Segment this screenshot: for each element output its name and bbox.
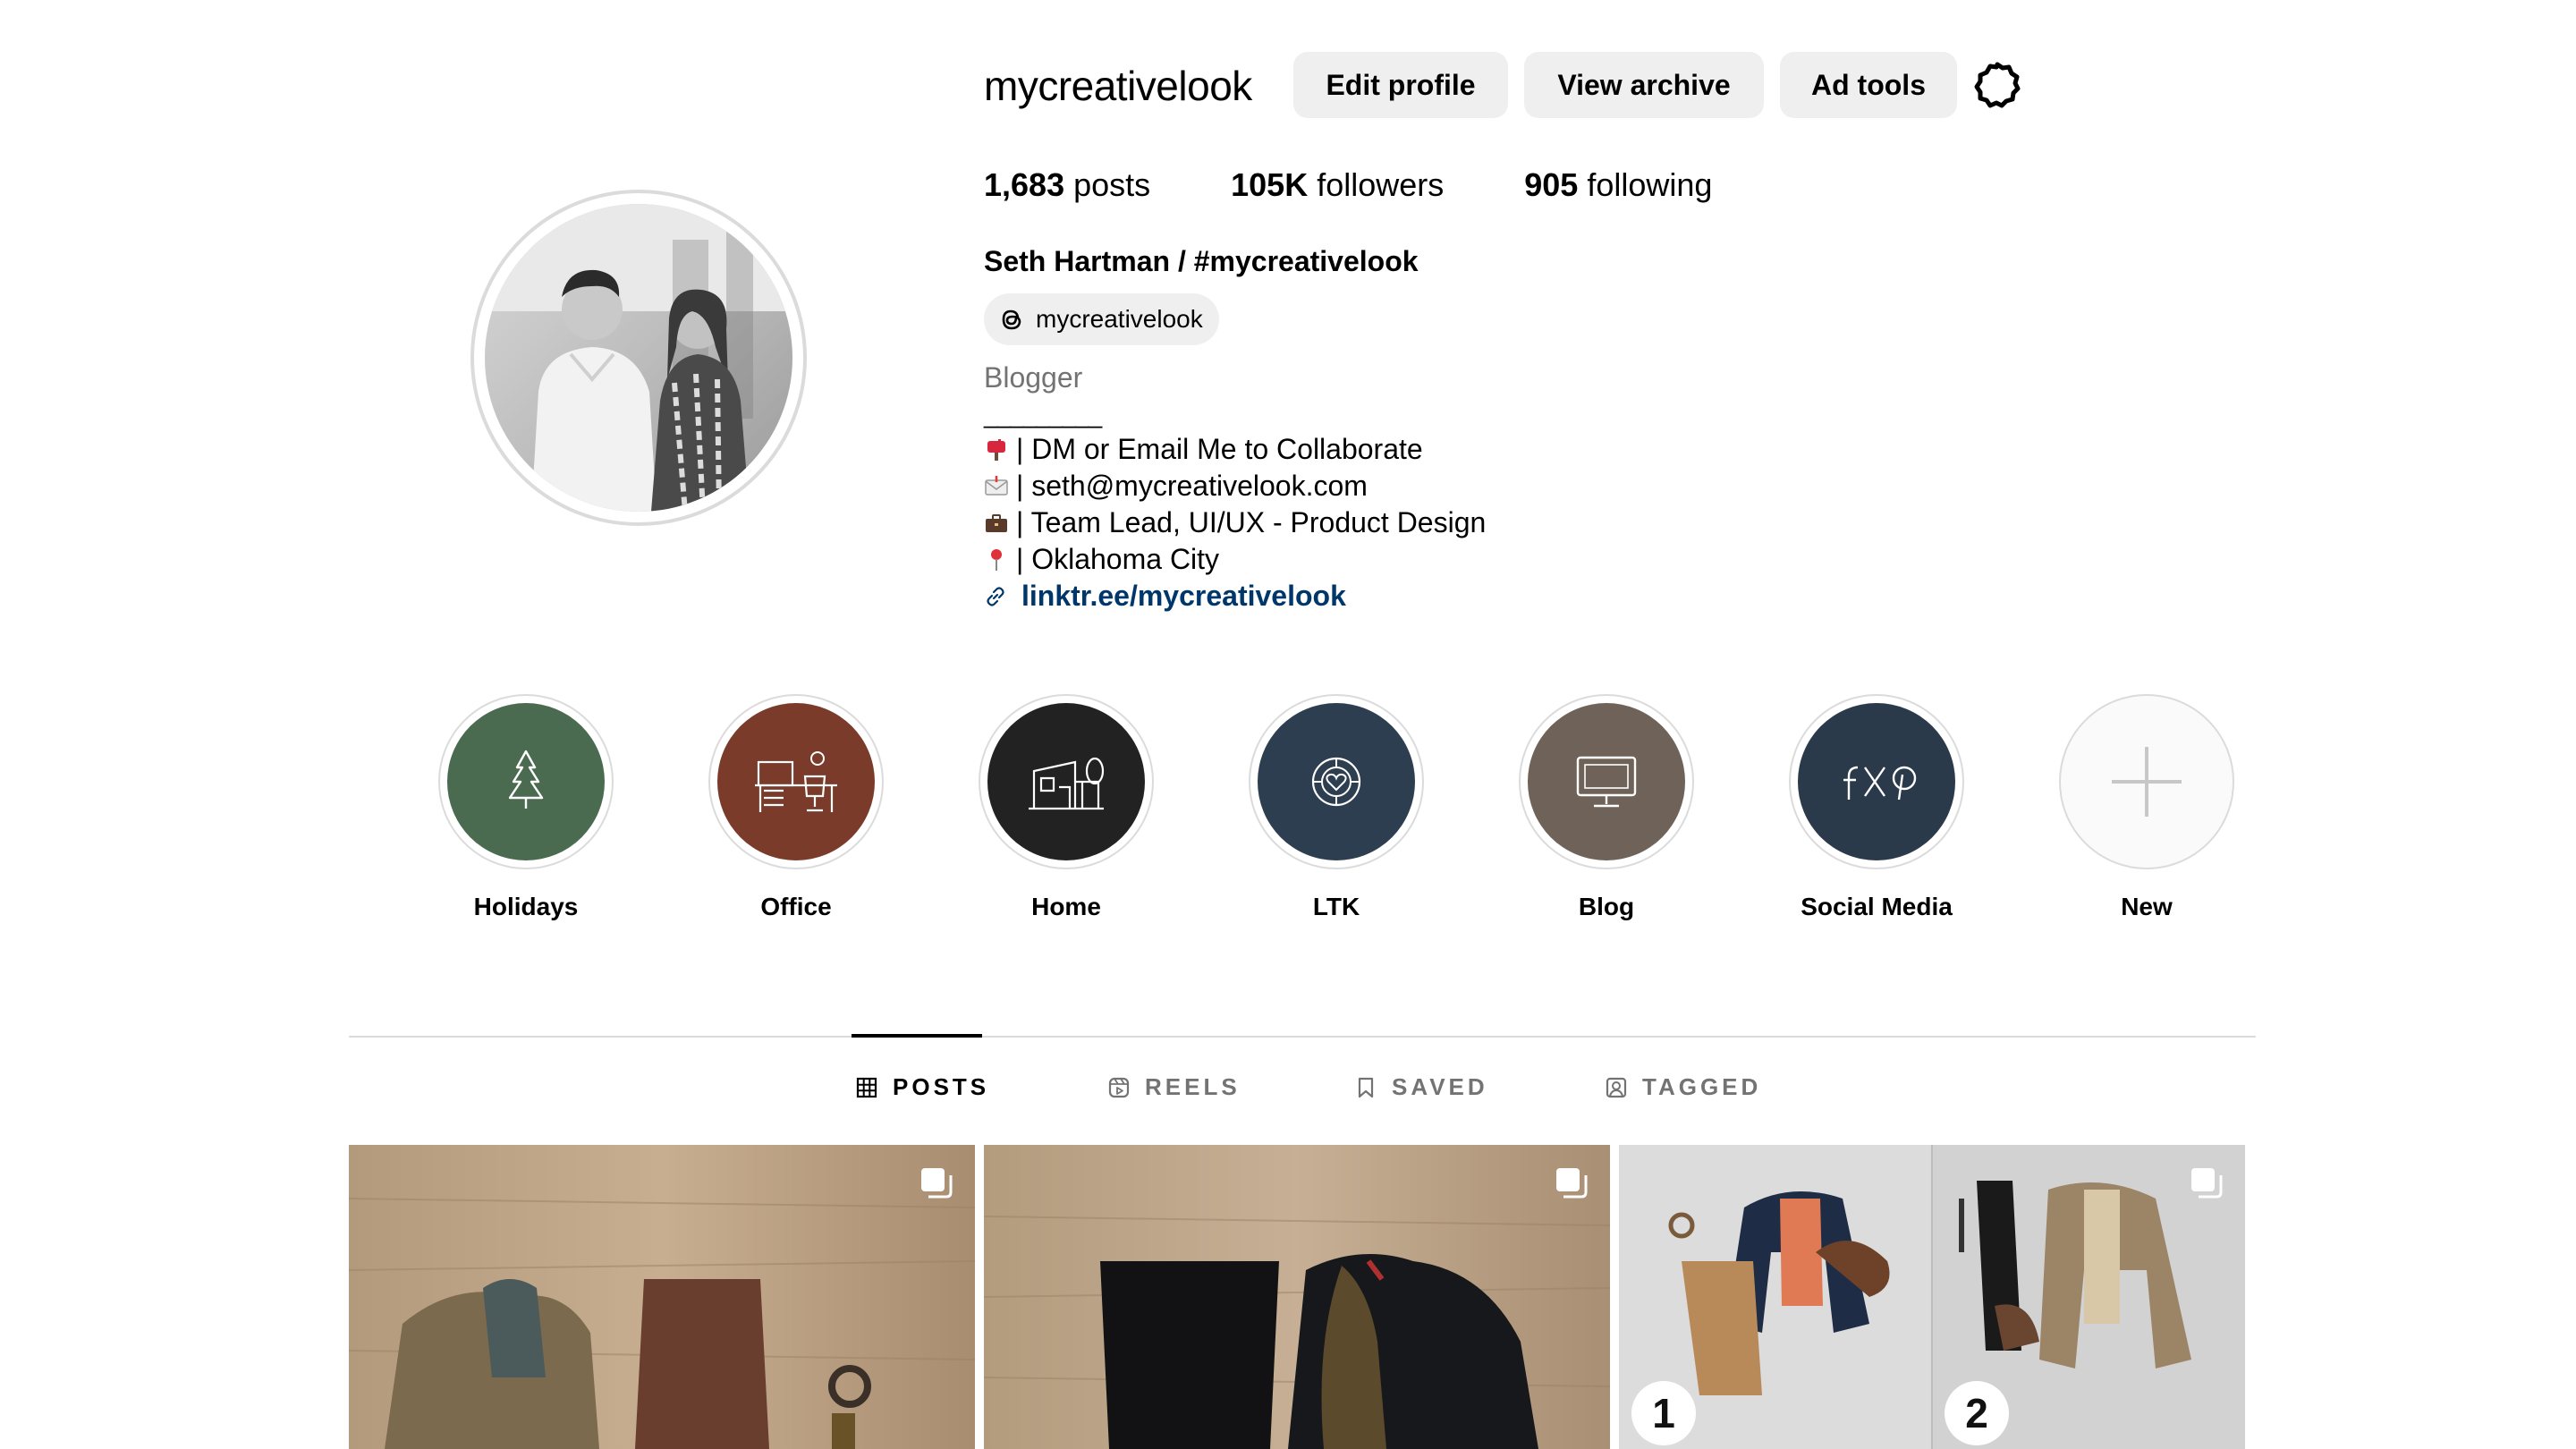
highlight-label: New [2121, 893, 2173, 920]
tree-icon [508, 750, 544, 809]
highlight-ring [2059, 694, 2234, 869]
highlight-ring [438, 694, 614, 869]
briefcase-icon [986, 513, 1007, 532]
highlight-label: Social Media [1801, 893, 1953, 920]
bio-text: | Oklahoma City [1016, 543, 1220, 575]
highlight-home[interactable]: Home [977, 694, 1156, 923]
highlight-office[interactable]: Office [707, 694, 886, 923]
tab-tagged[interactable]: TAGGED [1605, 1073, 1761, 1101]
tabs-divider [349, 1036, 2256, 1038]
bio-line: | DM or Email Me to Collaborate [984, 431, 1486, 468]
post-tile[interactable]: 1 2 [1619, 1145, 2245, 1449]
tab-saved[interactable]: SAVED [1354, 1073, 1488, 1101]
tab-reels[interactable]: REELS [1107, 1073, 1241, 1101]
stat-value: 905 [1524, 166, 1579, 203]
highlight-ring [979, 694, 1154, 869]
bio-line: | Team Lead, UI/UX - Product Design [984, 504, 1486, 541]
view-archive-button[interactable]: View archive [1524, 52, 1764, 118]
stat-value: 1,683 [984, 166, 1065, 203]
social-icons [1843, 766, 1917, 801]
grid-icon [856, 1077, 877, 1097]
highlight-social-media[interactable]: Social Media [1787, 694, 1966, 923]
link-icon [987, 586, 1004, 606]
carousel-icon [921, 1168, 953, 1199]
bio-line: | Oklahoma City [984, 541, 1486, 578]
tab-label: POSTS [893, 1073, 990, 1100]
stat-value: 105K [1231, 166, 1309, 203]
bio-text: | DM or Email Me to Collaborate [1016, 433, 1423, 465]
avatar[interactable] [485, 204, 792, 512]
tagged-user-icon [1606, 1077, 1627, 1097]
desk-icon [755, 751, 837, 812]
edit-profile-button[interactable]: Edit profile [1293, 52, 1508, 118]
highlight-label: Holidays [473, 893, 579, 920]
bio-link[interactable]: linktr.ee/mycreativelook [984, 578, 1486, 614]
highlight-cover [987, 703, 1145, 860]
bio-line: | seth@mycreativelook.com [984, 468, 1486, 504]
highlight-label: Office [760, 893, 832, 920]
highlight-cover [1258, 703, 1415, 860]
bio-link-text: linktr.ee/mycreativelook [1021, 580, 1346, 612]
bio: | DM or Email Me to Collaborate | seth@m… [984, 431, 1486, 614]
post-tile[interactable] [984, 1145, 1610, 1449]
stat-label: following [1587, 166, 1713, 203]
bio-text: | Team Lead, UI/UX - Product Design [1016, 506, 1487, 538]
mailbox-icon [987, 438, 1005, 461]
profile-full-name: Seth Hartman / #mycreativelook [984, 245, 1419, 277]
highlight-cover [2068, 703, 2225, 860]
stat-label: followers [1317, 166, 1445, 203]
highlight-ring [708, 694, 884, 869]
highlight-label: LTK [1312, 893, 1360, 920]
stat-following[interactable]: 905 following [1524, 163, 1712, 208]
profile-username: mycreativelook [984, 63, 1252, 109]
pin-icon [991, 548, 1002, 571]
house-icon [1029, 757, 1105, 810]
bio-text: | seth@mycreativelook.com [1016, 470, 1368, 502]
envelope-icon [985, 475, 1008, 496]
tab-label: SAVED [1392, 1073, 1488, 1100]
highlight-ring [1519, 694, 1694, 869]
highlight-blog[interactable]: Blog [1517, 694, 1696, 923]
highlight-cover [1528, 703, 1685, 860]
tab-label: TAGGED [1642, 1073, 1762, 1100]
bookmark-icon [1358, 1077, 1374, 1097]
threads-handle: mycreativelook [1036, 305, 1203, 333]
highlight-label: Home [1031, 893, 1101, 920]
threads-link-chip[interactable]: mycreativelook [984, 293, 1219, 345]
post-badge-1: 1 [1652, 1390, 1675, 1436]
active-tab-indicator [852, 1034, 982, 1038]
stat-label: posts [1073, 166, 1151, 203]
bio-divider: _________ [984, 401, 1102, 428]
highlight-cover [447, 703, 605, 860]
profile-stats: 1,683 posts 105K followers 905 following [984, 163, 1792, 208]
tab-posts[interactable]: POSTS [855, 1073, 989, 1101]
gear-icon[interactable] [1971, 59, 2023, 111]
highlight-new[interactable]: New [2057, 694, 2236, 923]
highlight-ring [1789, 694, 1964, 869]
highlight-ring [1249, 694, 1424, 869]
carousel-icon [1556, 1168, 1588, 1199]
carousel-icon [2191, 1168, 2223, 1199]
stat-posts: 1,683 posts [984, 163, 1150, 208]
stat-followers[interactable]: 105K followers [1231, 163, 1444, 208]
tab-label: REELS [1145, 1073, 1241, 1100]
highlight-ltk[interactable]: LTK [1247, 694, 1426, 923]
highlight-label: Blog [1578, 893, 1635, 920]
ltk-heart-icon [1311, 757, 1361, 807]
ad-tools-button[interactable]: Ad tools [1780, 52, 1957, 118]
monitor-icon [1576, 756, 1637, 808]
reels-icon [1108, 1077, 1130, 1097]
post-tile[interactable] [349, 1145, 975, 1449]
threads-icon [1002, 309, 1021, 330]
plus-icon [2112, 747, 2182, 817]
highlight-holidays[interactable]: Holidays [436, 694, 615, 923]
profile-category: Blogger [984, 361, 1083, 394]
highlight-cover [717, 703, 875, 860]
post-badge-2: 2 [1965, 1390, 1988, 1436]
highlight-cover [1798, 703, 1955, 860]
